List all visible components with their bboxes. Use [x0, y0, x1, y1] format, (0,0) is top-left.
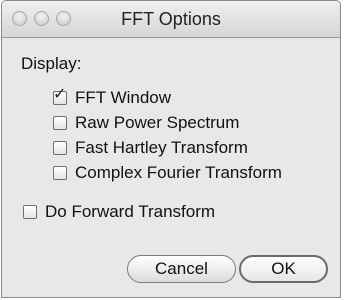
option-label: FFT Window — [75, 88, 172, 107]
complex-fourier-transform-checkbox[interactable] — [53, 166, 67, 180]
fft-options-dialog: FFT Options Display: ✓ FFT Window Raw Po… — [1, 0, 341, 298]
option-label: Raw Power Spectrum — [75, 113, 240, 132]
cancel-button[interactable]: Cancel — [127, 255, 236, 283]
title-bar: FFT Options — [2, 1, 340, 38]
option-label: Complex Fourier Transform — [75, 163, 282, 182]
window-title: FFT Options — [121, 9, 221, 29]
do-forward-transform-checkbox[interactable] — [23, 205, 37, 219]
fft-window-checkbox[interactable]: ✓ — [53, 87, 67, 105]
raw-power-spectrum-checkbox[interactable] — [53, 116, 67, 130]
display-section-label: Display: — [21, 54, 82, 73]
option-raw-power-spectrum[interactable]: Raw Power Spectrum — [53, 112, 239, 134]
ok-button[interactable]: OK — [239, 255, 328, 283]
checkmark-icon: ✓ — [53, 86, 67, 103]
option-label: Fast Hartley Transform — [75, 138, 248, 157]
option-label: Do Forward Transform — [45, 202, 216, 221]
option-fft-window[interactable]: ✓ FFT Window — [53, 87, 171, 109]
option-complex-fourier-transform[interactable]: Complex Fourier Transform — [53, 162, 282, 184]
fast-hartley-transform-checkbox[interactable] — [53, 141, 67, 155]
option-fast-hartley-transform[interactable]: Fast Hartley Transform — [53, 137, 248, 159]
option-do-forward-transform[interactable]: Do Forward Transform — [23, 201, 215, 223]
